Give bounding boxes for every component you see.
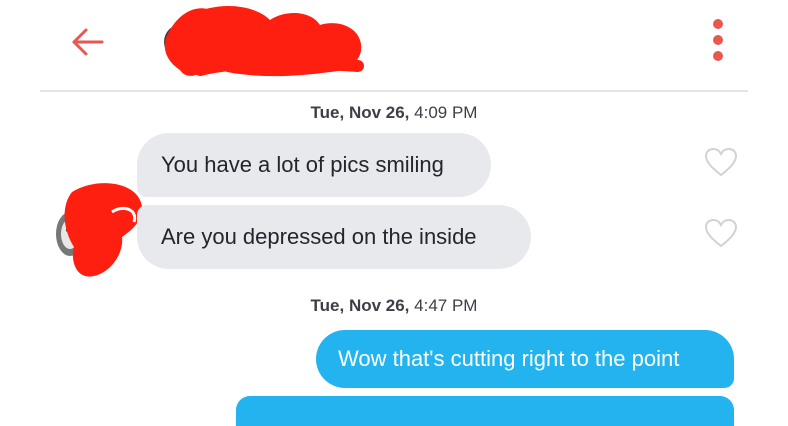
outgoing-message-bubble[interactable]: Wow that's cutting right to the point bbox=[316, 330, 734, 388]
more-options-button[interactable] bbox=[700, 14, 736, 66]
outgoing-message-bubble-partial[interactable] bbox=[236, 396, 734, 426]
timestamp-time: 4:09 PM bbox=[409, 103, 478, 122]
timestamp-day: Tue, Nov 26, bbox=[310, 103, 410, 122]
like-message-button[interactable] bbox=[704, 218, 738, 248]
like-message-button[interactable] bbox=[704, 147, 738, 177]
message-text: Are you depressed on the inside bbox=[161, 224, 477, 249]
arrow-left-icon bbox=[72, 28, 104, 56]
incoming-message-bubble[interactable]: You have a lot of pics smiling bbox=[137, 133, 491, 197]
incoming-message-bubble[interactable]: Are you depressed on the inside bbox=[137, 205, 531, 269]
message-timestamp: Tue, Nov 26, 4:47 PM bbox=[0, 296, 788, 316]
message-text: You have a lot of pics smiling bbox=[161, 152, 444, 177]
more-vertical-icon bbox=[713, 19, 723, 61]
timestamp-time: 4:47 PM bbox=[409, 296, 478, 315]
heart-outline-icon bbox=[704, 218, 738, 248]
redacted-match-avatar[interactable] bbox=[160, 0, 370, 84]
chat-header bbox=[0, 0, 788, 92]
header-divider bbox=[40, 90, 748, 92]
message-text: Wow that's cutting right to the point bbox=[338, 346, 680, 371]
message-timestamp: Tue, Nov 26, 4:09 PM bbox=[0, 103, 788, 123]
back-button[interactable] bbox=[66, 22, 110, 62]
heart-outline-icon bbox=[704, 147, 738, 177]
timestamp-day: Tue, Nov 26, bbox=[310, 296, 410, 315]
